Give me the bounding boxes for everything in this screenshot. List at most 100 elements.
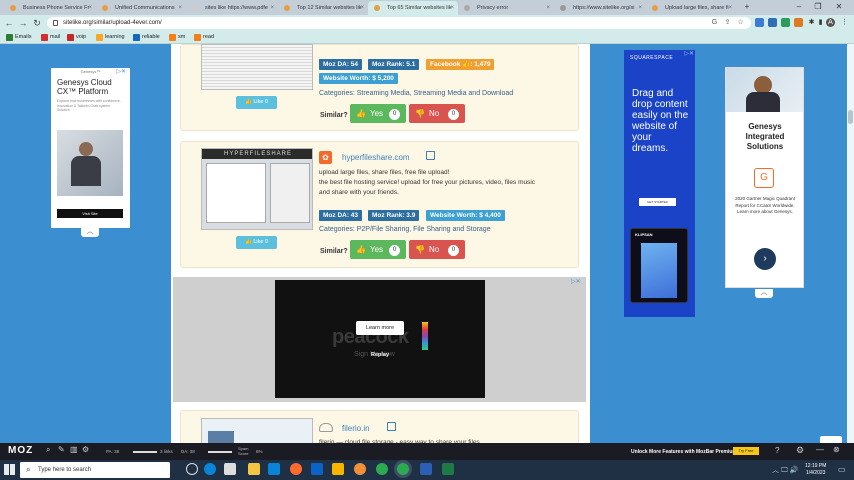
bookmark-mail[interactable]: mail [41, 33, 60, 42]
tab-3[interactable]: sites like https://www.pdfe × [186, 1, 278, 15]
settings-icon[interactable]: ⚙ [82, 445, 89, 454]
yes-button[interactable]: 👍 Yes 0 [350, 240, 406, 259]
site-thumbnail[interactable] [201, 418, 313, 444]
bookmark-reliable[interactable]: reliable [133, 33, 160, 42]
tab-5-active[interactable]: Top 65 Similar websites lik × [368, 1, 458, 15]
word-icon[interactable] [420, 463, 432, 475]
adchoices-icon[interactable]: ▷✕ [684, 50, 694, 57]
bookmark-read[interactable]: read [194, 33, 214, 42]
tab-1[interactable]: Business Phone Service Fr × [4, 1, 96, 15]
extension-icon[interactable] [768, 18, 777, 27]
chrome-icon[interactable] [376, 463, 388, 475]
external-link-icon[interactable] [426, 151, 435, 160]
close-icon[interactable]: × [728, 1, 732, 15]
settings-icon[interactable]: ⚙ [796, 445, 804, 456]
sidebar-icon[interactable]: ▮ [816, 18, 825, 27]
close-icon[interactable]: × [546, 1, 550, 15]
extension-icon[interactable] [794, 18, 803, 27]
try-free-button[interactable]: Try Free [733, 447, 759, 455]
edge-icon[interactable] [204, 463, 216, 475]
scrollbar[interactable] [847, 44, 854, 443]
close-icon[interactable]: ⊗ [833, 445, 840, 454]
back-button[interactable]: ← [4, 17, 14, 29]
sticky-notes-icon[interactable] [332, 463, 344, 475]
scrollbar-thumb[interactable] [848, 110, 853, 124]
close-icon[interactable]: × [638, 1, 642, 15]
share-icon[interactable]: ⇪ [723, 18, 732, 27]
adchoices-icon[interactable]: ▷✕ [571, 278, 581, 285]
external-link-icon[interactable] [387, 422, 396, 431]
close-icon[interactable]: × [178, 1, 182, 15]
ad-genesys-left[interactable]: ▷✕ Genesys™ Genesys Cloud CX™ Platform E… [51, 68, 130, 228]
cortana-icon[interactable] [186, 463, 198, 475]
bookmark-emails[interactable]: Emails [6, 33, 32, 42]
close-window-button[interactable]: ✕ [830, 0, 848, 14]
no-button[interactable]: 👎 No 0 [409, 240, 465, 259]
next-arrow-button[interactable]: › [754, 248, 776, 270]
notification-icon[interactable]: ▭ [838, 465, 846, 474]
site-link[interactable]: hyperfileshare.com [342, 153, 410, 162]
clock[interactable]: 12:19 PM 1/4/2023 [805, 463, 826, 477]
file-explorer-icon[interactable] [248, 463, 260, 475]
collapse-ad-button[interactable]: ︿ [81, 228, 99, 237]
bookmark-voip[interactable]: voip [67, 33, 86, 42]
yes-button[interactable]: 👍 Yes 0 [350, 104, 406, 123]
replay-button[interactable]: Replay [371, 352, 389, 358]
avatar[interactable]: A [826, 18, 835, 27]
extension-icon[interactable] [781, 18, 790, 27]
chrome-active-icon[interactable] [397, 463, 409, 475]
excel-icon[interactable] [442, 463, 454, 475]
puzzle-icon[interactable]: ✱ [807, 18, 816, 27]
search-icon[interactable]: ⌕ [46, 445, 50, 455]
tab-8[interactable]: Upload large files, share fi × [646, 1, 736, 15]
site-thumbnail[interactable] [201, 44, 313, 90]
like-button[interactable]: 👍 Like 0 [236, 96, 277, 109]
task-view-icon[interactable] [224, 463, 236, 475]
maximize-button[interactable]: ❐ [809, 0, 827, 14]
store-icon[interactable] [268, 463, 280, 475]
close-icon[interactable]: × [270, 1, 274, 15]
chart-icon[interactable]: ▥ [70, 445, 78, 454]
close-icon[interactable]: × [88, 1, 92, 15]
firefox-icon[interactable] [290, 463, 302, 475]
minimize-icon[interactable]: — [816, 445, 824, 454]
tab-4[interactable]: Top 12 Similar websites lik × [278, 1, 368, 15]
ad-squarespace[interactable]: ▷✕ SQUARESPACE Drag and drop content eas… [624, 50, 695, 317]
bookmark-learning[interactable]: learning [96, 33, 125, 42]
close-icon[interactable]: × [360, 1, 364, 15]
like-button[interactable]: 👍 Like 0 [236, 236, 277, 249]
new-tab-button[interactable]: + [738, 0, 756, 14]
windows-start-icon[interactable] [4, 464, 15, 475]
tab-7[interactable]: https://www.sitelike.org/si × [554, 1, 646, 15]
star-icon[interactable]: ☆ [736, 18, 745, 27]
bookmark-sm[interactable]: sm [169, 33, 185, 42]
google-lens-icon[interactable]: G [710, 18, 719, 27]
tab-2[interactable]: Unified Communications × [96, 1, 186, 15]
site-link[interactable]: filerio.in [342, 424, 370, 433]
minimize-button[interactable]: – [790, 0, 808, 14]
reload-button[interactable]: ↻ [32, 17, 42, 29]
no-button[interactable]: 👎 No 0 [409, 104, 465, 123]
tab-6[interactable]: Privacy error × [458, 1, 554, 15]
collapse-ad-button[interactable]: ︿ [755, 289, 773, 298]
forward-button[interactable]: → [18, 17, 28, 29]
extension-icon[interactable] [755, 18, 764, 27]
ad-cta-button[interactable]: GET STARTED [639, 198, 676, 206]
tab-strip: Business Phone Service Fr × Unified Commu… [0, 0, 854, 15]
favicon-icon [102, 5, 108, 11]
app-icon[interactable] [354, 463, 366, 475]
favicon-icon [284, 5, 290, 11]
taskbar-search-input[interactable]: ⌕ Type here to search [20, 462, 170, 478]
tray-icons[interactable]: ︿ 🖵 🔊 [772, 465, 798, 475]
learn-more-button[interactable]: Learn more [356, 321, 404, 335]
close-icon[interactable]: × [450, 1, 454, 15]
folder-icon [194, 34, 201, 41]
address-bar[interactable]: sitelike.org/similar/upload-4ever.com/ [47, 17, 751, 29]
pencil-icon[interactable]: ✎ [58, 445, 65, 454]
help-icon[interactable]: ? [775, 446, 779, 455]
ad-cta-button[interactable]: Visit Site [57, 209, 123, 218]
site-thumbnail[interactable]: HYPERFILESHARE [201, 148, 313, 230]
menu-icon[interactable]: ⋮ [840, 18, 849, 27]
ad-genesys-right[interactable]: ▷✕ Genesys Integrated Solutions G 2020 G… [725, 67, 804, 288]
outlook-icon[interactable] [311, 463, 323, 475]
